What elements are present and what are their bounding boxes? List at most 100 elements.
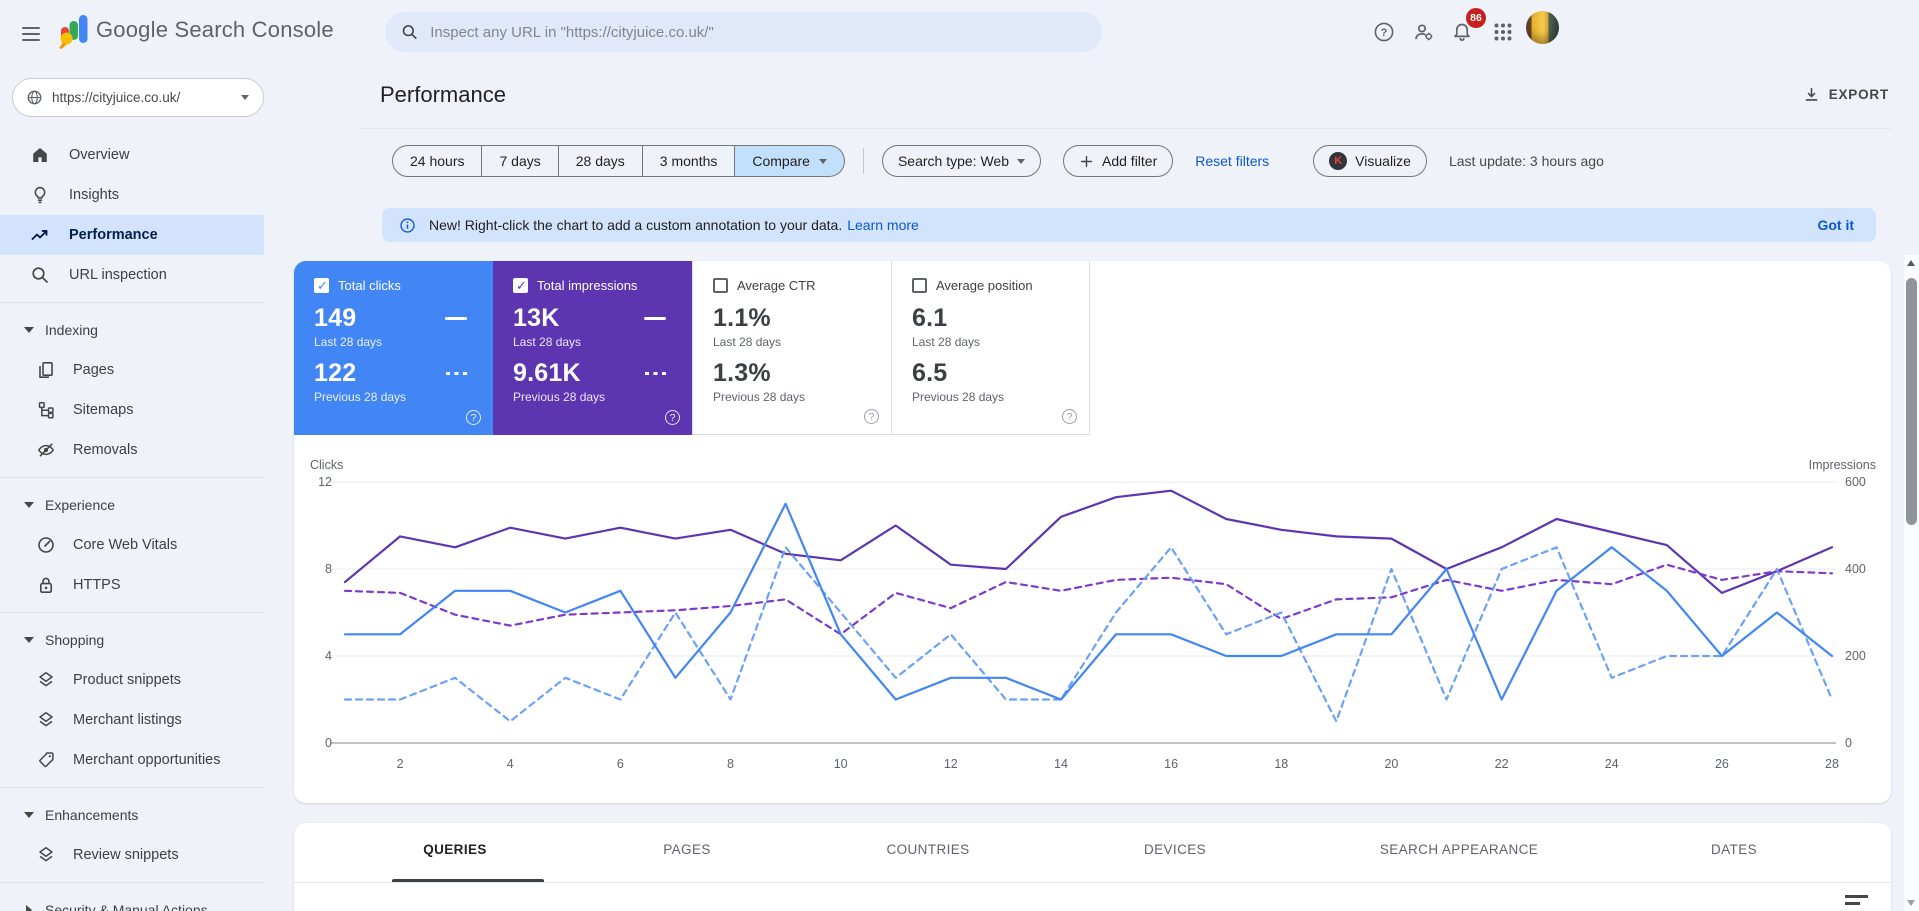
sidebar-item-core-web-vitals[interactable]: Core Web Vitals — [0, 525, 264, 565]
checkbox-icon[interactable] — [314, 278, 329, 294]
search-type-filter[interactable]: Search type: Web — [881, 145, 1041, 177]
help-icon[interactable]: ? — [665, 410, 680, 425]
gauge-icon — [38, 537, 54, 553]
date-range-segmented-control: 24 hours 7 days 28 days 3 months Compare — [392, 145, 845, 177]
divider — [0, 787, 264, 788]
eye-off-icon — [37, 443, 55, 457]
scroll-up-arrow-icon[interactable] — [1907, 260, 1915, 266]
help-icon[interactable]: ? — [864, 409, 879, 424]
google-apps-grid-icon[interactable] — [1487, 16, 1519, 48]
sidebar-section-shopping[interactable]: Shopping — [0, 620, 264, 660]
tab-queries[interactable]: QUERIES — [423, 842, 487, 857]
scrollbar-thumb[interactable] — [1906, 278, 1917, 525]
svg-text:8: 8 — [325, 562, 332, 576]
divider — [358, 128, 1891, 129]
date-range-28-days[interactable]: 28 days — [558, 145, 643, 177]
sidebar-item-insights[interactable]: Insights — [0, 175, 264, 215]
checkbox-icon[interactable] — [513, 278, 528, 294]
metric-card-average-ctr[interactable]: Average CTR 1.1% Last 28 days 1.3% Previ… — [692, 261, 891, 435]
sidebar-item-performance[interactable]: Performance — [0, 215, 264, 255]
checkbox-icon[interactable] — [713, 278, 728, 293]
metric-card-total-clicks[interactable]: Total clicks 149 Last 28 days 122 Previo… — [294, 261, 493, 435]
looker-studio-icon: K — [1329, 152, 1348, 170]
dotted-line-legend — [645, 371, 666, 376]
svg-text:10: 10 — [834, 757, 848, 771]
sidebar-item-removals[interactable]: Removals — [0, 430, 264, 470]
sort-icon[interactable] — [1845, 895, 1868, 910]
pages-icon — [39, 361, 53, 378]
tab-devices[interactable]: DEVICES — [1144, 842, 1206, 857]
date-range-3-months[interactable]: 3 months — [642, 145, 736, 177]
svg-text:Clicks: Clicks — [310, 458, 343, 472]
learn-more-link[interactable]: Learn more — [847, 217, 919, 233]
user-avatar[interactable] — [1526, 11, 1559, 44]
solid-line-legend — [445, 316, 467, 321]
performance-line-chart[interactable]: 0 4 8 12 0 200 400 600 Clicks Impressions 2 4 6 8 10 12… — [294, 435, 1891, 803]
tab-countries[interactable]: COUNTRIES — [886, 842, 969, 857]
sidebar-item-url-inspection[interactable]: URL inspection — [0, 255, 264, 295]
checkbox-icon[interactable] — [912, 278, 927, 293]
reset-filters-link[interactable]: Reset filters — [1195, 153, 1269, 169]
visualize-button[interactable]: K Visualize — [1313, 145, 1427, 177]
divider — [0, 612, 264, 613]
chevron-down-icon — [24, 327, 34, 333]
sidebar-section-experience[interactable]: Experience — [0, 485, 264, 525]
last-update-text: Last update: 3 hours ago — [1448, 153, 1604, 169]
notifications-bell-icon[interactable]: 86 — [1446, 8, 1486, 48]
metric-tiles: Total clicks 149 Last 28 days 122 Previo… — [294, 261, 1891, 435]
got-it-button[interactable]: Got it — [1817, 217, 1854, 233]
sidebar-item-https[interactable]: HTTPS — [0, 565, 264, 605]
svg-text:Impressions: Impressions — [1809, 458, 1876, 472]
help-icon[interactable]: ? — [466, 410, 481, 425]
chevron-down-icon — [241, 95, 249, 100]
sidebar-item-review-snippets[interactable]: Review snippets — [0, 835, 264, 875]
manage-users-icon[interactable] — [1408, 16, 1440, 48]
sidebar: https://cityjuice.co.uk/ Overview Insigh… — [0, 64, 264, 911]
sidebar-section-indexing[interactable]: Indexing — [0, 310, 264, 350]
property-url: https://cityjuice.co.uk/ — [52, 90, 181, 105]
scrollbar[interactable] — [1904, 255, 1919, 911]
sidebar-section-enhancements[interactable]: Enhancements — [0, 795, 264, 835]
tab-search-appearance[interactable]: SEARCH APPEARANCE — [1380, 842, 1538, 857]
svg-text:600: 600 — [1845, 475, 1866, 489]
svg-text:200: 200 — [1845, 649, 1866, 663]
svg-text:?: ? — [1381, 27, 1388, 39]
export-button[interactable]: EXPORT — [1803, 86, 1889, 103]
help-icon[interactable]: ? — [1368, 16, 1400, 48]
help-icon[interactable]: ? — [1062, 409, 1077, 424]
svg-text:22: 22 — [1495, 757, 1509, 771]
svg-text:14: 14 — [1054, 757, 1068, 771]
metric-card-total-impressions[interactable]: Total impressions 13K Last 28 days 9.61K… — [493, 261, 692, 435]
notification-count-badge: 86 — [1466, 8, 1486, 28]
svg-text:0: 0 — [325, 736, 332, 750]
sidebar-item-overview[interactable]: Overview — [0, 135, 264, 175]
sidebar-item-sitemaps[interactable]: Sitemaps — [0, 390, 264, 430]
download-icon — [1805, 87, 1818, 101]
dotted-line-legend — [446, 371, 467, 376]
date-range-24-hours[interactable]: 24 hours — [392, 145, 483, 177]
property-selector[interactable]: https://cityjuice.co.uk/ — [12, 78, 264, 117]
compare-button[interactable]: Compare — [735, 145, 845, 177]
plus-icon — [1080, 155, 1093, 167]
svg-text:12: 12 — [318, 475, 332, 489]
sidebar-item-merchant-opportunities[interactable]: Merchant opportunities — [0, 740, 264, 780]
globe-icon — [27, 90, 42, 105]
metric-card-average-position[interactable]: Average position 6.1 Last 28 days 6.5 Pr… — [891, 261, 1090, 435]
chevron-right-icon — [26, 905, 32, 911]
tab-dates[interactable]: DATES — [1711, 842, 1757, 857]
divider — [294, 882, 1891, 883]
sidebar-item-pages[interactable]: Pages — [0, 350, 264, 390]
url-inspect-search-bar[interactable] — [385, 12, 1102, 52]
menu-icon[interactable] — [18, 22, 44, 42]
sidebar-item-merchant-listings[interactable]: Merchant listings — [0, 700, 264, 740]
sidebar-section-security-manual-actions[interactable]: Security & Manual Actions — [0, 890, 264, 911]
scroll-down-arrow-icon[interactable] — [1907, 900, 1915, 906]
annotation-info-banner: New! Right-click the chart to add a cust… — [382, 208, 1876, 242]
date-range-7-days[interactable]: 7 days — [482, 145, 559, 177]
page-title: Performance — [380, 82, 506, 107]
svg-text:26: 26 — [1715, 757, 1729, 771]
search-input[interactable] — [430, 23, 1086, 41]
add-filter-button[interactable]: Add filter — [1063, 145, 1174, 177]
tab-pages[interactable]: PAGES — [663, 842, 711, 857]
sidebar-item-product-snippets[interactable]: Product snippets — [0, 660, 264, 700]
